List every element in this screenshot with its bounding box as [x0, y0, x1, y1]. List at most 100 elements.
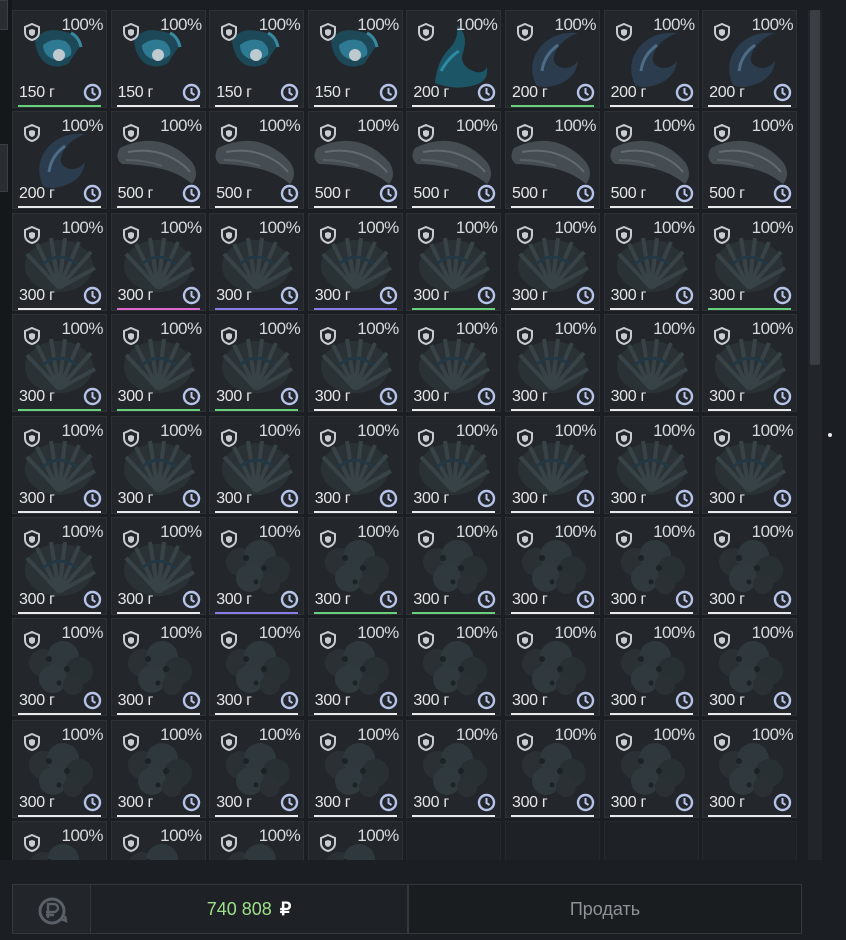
- inventory-item[interactable]: 100% 300 г: [209, 719, 305, 818]
- inventory-item[interactable]: 100% 300 г: [110, 314, 206, 413]
- shield-icon: [418, 529, 435, 548]
- item-weight: 500 г: [314, 185, 351, 203]
- inventory-item[interactable]: 100%: [110, 821, 206, 860]
- inventory-item[interactable]: 100% 300 г: [110, 618, 206, 717]
- inventory-item[interactable]: 100% 300 г: [209, 516, 305, 615]
- inventory-item[interactable]: 100% 300 г: [702, 516, 798, 615]
- inventory-item[interactable]: 100% 200 г: [603, 10, 699, 108]
- clock-icon: [773, 692, 792, 710]
- inventory-item[interactable]: 100%: [12, 821, 107, 860]
- inventory-item[interactable]: 100% 200 г: [12, 111, 107, 210]
- inventory-item[interactable]: 100% 300 г: [702, 212, 798, 311]
- inventory-item[interactable]: 100% 150 г: [12, 10, 107, 108]
- inventory-item[interactable]: 100% 300 г: [110, 516, 206, 615]
- currency-toggle-button[interactable]: [12, 884, 91, 934]
- inventory-item[interactable]: 100% 300 г: [406, 516, 502, 615]
- clock-icon: [576, 185, 595, 203]
- rarity-bar: [18, 409, 101, 412]
- inventory-item[interactable]: 100% 300 г: [603, 314, 699, 413]
- inventory-item[interactable]: 100% 300 г: [307, 415, 403, 514]
- left-panel-edge: [0, 0, 12, 860]
- rarity-bar: [609, 307, 693, 310]
- shield-icon: [24, 23, 40, 41]
- inventory-item[interactable]: 100% 300 г: [504, 719, 600, 818]
- inventory-item[interactable]: 100% 150 г: [307, 10, 403, 108]
- inventory-item[interactable]: 100% 300 г: [702, 618, 798, 717]
- inventory-item[interactable]: 100% 500 г: [702, 111, 798, 210]
- inventory-item[interactable]: 100% 300 г: [12, 618, 107, 717]
- inventory-item[interactable]: 100% 300 г: [406, 415, 502, 514]
- inventory-item[interactable]: 100% 300 г: [110, 415, 206, 514]
- inventory-item[interactable]: 100% 300 г: [12, 719, 107, 818]
- inventory-item[interactable]: 100% 300 г: [504, 314, 600, 413]
- left-tab[interactable]: [0, 0, 8, 30]
- scrollbar-thumb[interactable]: [810, 10, 820, 365]
- inventory-item[interactable]: 100% 150 г: [209, 10, 305, 108]
- inventory-item[interactable]: 100% 300 г: [504, 212, 600, 311]
- inventory-item[interactable]: 100% 300 г: [406, 618, 502, 717]
- inventory-item[interactable]: 100% 500 г: [110, 111, 206, 210]
- inventory-item[interactable]: 100% 300 г: [12, 415, 107, 514]
- inventory-item[interactable]: 100% 300 г: [702, 314, 798, 413]
- inventory-grid-area: 100% 150 г 100% 150 г 100% 150 г 100% 150 г 100%…: [12, 10, 808, 860]
- inventory-item[interactable]: 100% 300 г: [307, 314, 403, 413]
- inventory-item[interactable]: 100% 300 г: [504, 516, 600, 615]
- inventory-item[interactable]: 100% 150 г: [110, 10, 206, 108]
- inventory-item[interactable]: 100% 300 г: [110, 212, 206, 311]
- inventory-item[interactable]: 100% 300 г: [110, 719, 206, 818]
- inventory-item[interactable]: 100% 500 г: [603, 111, 699, 210]
- inventory-item[interactable]: 100% 500 г: [406, 111, 502, 210]
- left-tab[interactable]: [0, 144, 8, 192]
- clock-icon: [478, 286, 496, 304]
- inventory-item[interactable]: 100% 300 г: [504, 618, 600, 717]
- durability-percent: 100%: [554, 15, 596, 34]
- sell-button[interactable]: Продать: [408, 884, 802, 934]
- inventory-item[interactable]: 100% 300 г: [603, 516, 699, 615]
- rarity-bar: [116, 814, 200, 817]
- durability-percent: 100%: [61, 217, 104, 237]
- inventory-item[interactable]: 100% 300 г: [603, 719, 699, 818]
- inventory-item[interactable]: 100% 300 г: [702, 719, 798, 818]
- inventory-item[interactable]: 100% 300 г: [307, 618, 403, 717]
- inventory-item[interactable]: 100% 300 г: [307, 212, 403, 311]
- inventory-item[interactable]: 100% 300 г: [406, 212, 502, 311]
- inventory-item[interactable]: 100% 300 г: [209, 618, 305, 717]
- shield-icon: [714, 23, 731, 41]
- inventory-item[interactable]: 100% 300 г: [12, 516, 107, 615]
- inventory-item[interactable]: 100% 300 г: [702, 415, 798, 514]
- inventory-item[interactable]: 100% 500 г: [209, 111, 305, 210]
- inventory-item[interactable]: 100% 300 г: [12, 212, 107, 311]
- shield-icon: [714, 428, 731, 447]
- durability-percent: 100%: [751, 521, 794, 541]
- durability-percent: 100%: [258, 116, 301, 136]
- inventory-item[interactable]: 100% 300 г: [406, 719, 502, 818]
- inventory-item[interactable]: 100% 200 г: [406, 10, 502, 108]
- inventory-item[interactable]: 100% 300 г: [209, 415, 305, 514]
- inventory-item[interactable]: 100% 300 г: [603, 212, 699, 311]
- shield-icon: [24, 732, 40, 751]
- inventory-item[interactable]: 100% 300 г: [12, 314, 107, 413]
- item-weight: 300 г: [610, 692, 647, 710]
- clock-icon: [675, 286, 693, 304]
- inventory-item[interactable]: 100% 200 г: [504, 10, 600, 108]
- rarity-bar: [116, 713, 200, 716]
- inventory-item[interactable]: 100%: [307, 821, 403, 860]
- item-weight: 300 г: [413, 692, 449, 710]
- inventory-item[interactable]: 100% 500 г: [504, 111, 600, 210]
- inventory-item[interactable]: 100% 200 г: [702, 10, 798, 108]
- inventory-item[interactable]: 100% 300 г: [209, 212, 305, 311]
- item-weight: 300 г: [610, 489, 647, 507]
- clock-icon: [379, 489, 397, 507]
- inventory-item[interactable]: 100% 300 г: [406, 314, 502, 413]
- inventory-item[interactable]: 100% 300 г: [504, 415, 600, 514]
- shield-icon: [319, 529, 336, 548]
- inventory-item[interactable]: 100% 300 г: [307, 719, 403, 818]
- rarity-bar: [116, 510, 200, 513]
- scrollbar[interactable]: [808, 10, 822, 860]
- inventory-item[interactable]: 100% 300 г: [209, 314, 305, 413]
- inventory-item[interactable]: 100% 500 г: [307, 111, 403, 210]
- inventory-item[interactable]: 100% 300 г: [603, 618, 699, 717]
- inventory-item[interactable]: 100% 300 г: [307, 516, 403, 615]
- inventory-item[interactable]: 100% 300 г: [603, 415, 699, 514]
- inventory-item[interactable]: 100%: [209, 821, 305, 860]
